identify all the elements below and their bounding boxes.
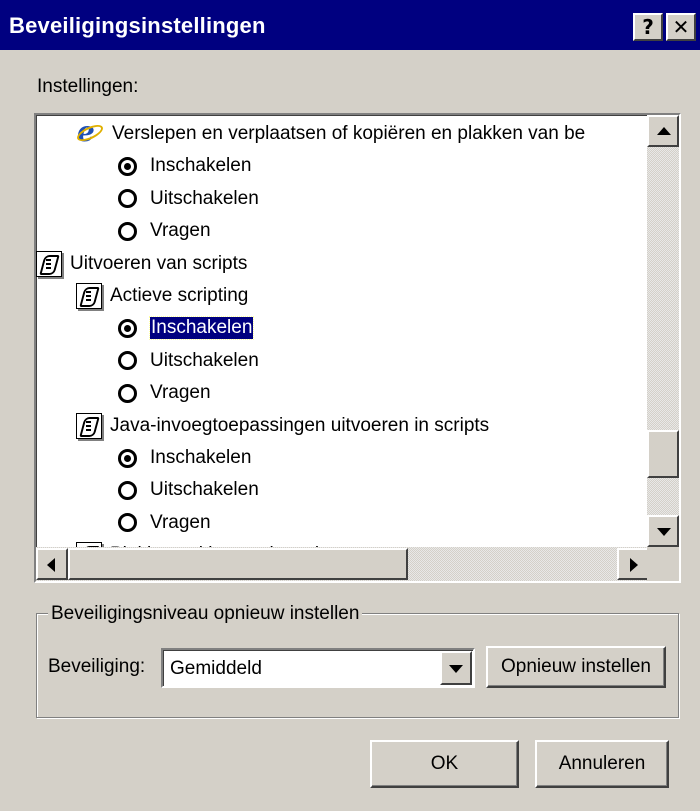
radio-option[interactable]: Inschakelen xyxy=(118,150,251,182)
radio-checked-icon[interactable] xyxy=(118,448,137,468)
radio-option[interactable]: Uitschakelen xyxy=(118,345,259,377)
radio-checked-icon[interactable] xyxy=(118,156,137,176)
cancel-button[interactable]: Annuleren xyxy=(535,740,669,788)
tree-item-label: Uitschakelen xyxy=(150,479,259,501)
radio-checked-icon[interactable] xyxy=(118,318,137,338)
tree-item-label: Actieve scripting xyxy=(110,285,249,306)
arrow-left-icon xyxy=(47,558,55,572)
radio-option[interactable]: Inschakelen xyxy=(118,442,251,474)
tree-setting[interactable]: Java-invoegtoepassingen uitvoeren in scr… xyxy=(76,410,489,442)
security-level-value: Gemiddeld xyxy=(170,658,262,679)
close-button[interactable]: ✕ xyxy=(666,13,696,41)
radio-unchecked-icon[interactable] xyxy=(118,221,137,241)
reset-button[interactable]: Opnieuw instellen xyxy=(486,646,666,688)
settings-tree-content: Verslepen en verplaatsen of kopiëren en … xyxy=(36,115,649,547)
radio-option[interactable]: Uitschakelen xyxy=(118,183,259,215)
tree-item-label: Inschakelen xyxy=(150,447,252,468)
scroll-left-button[interactable] xyxy=(36,548,68,580)
vertical-scroll-thumb[interactable] xyxy=(647,430,679,478)
tree-item-label: Vragen xyxy=(150,382,211,404)
horizontal-scrollbar[interactable] xyxy=(36,547,649,581)
window-title: Beveiligingsinstellingen xyxy=(9,13,266,38)
tree-setting[interactable]: Verslepen en verplaatsen of kopiëren en … xyxy=(76,115,586,150)
scrollbar-corner xyxy=(647,547,679,581)
ie-icon xyxy=(76,115,104,148)
settings-label: Instellingen: xyxy=(37,76,139,97)
radio-unchecked-icon[interactable] xyxy=(118,513,137,533)
reset-group-legend: Beveiligingsniveau opnieuw instellen xyxy=(48,603,363,625)
tree-item-label: Inschakelen xyxy=(148,316,255,341)
tree-item-label: Uitvoeren van scripts xyxy=(70,252,248,274)
tree-item-label: Vragen xyxy=(150,511,211,533)
radio-option[interactable]: Vragen xyxy=(118,215,211,247)
ok-button[interactable]: OK xyxy=(370,740,519,788)
horizontal-scroll-thumb[interactable] xyxy=(68,548,408,580)
settings-tree[interactable]: Verslepen en verplaatsen of kopiëren en … xyxy=(34,113,681,583)
tree-setting[interactable]: Actieve scripting xyxy=(76,280,248,312)
radio-unchecked-icon[interactable] xyxy=(118,351,137,371)
tree-item-label: Vragen xyxy=(150,220,211,242)
arrow-down-icon xyxy=(657,528,671,536)
radio-option[interactable]: Uitschakelen xyxy=(118,474,259,506)
radio-unchecked-icon[interactable] xyxy=(118,189,137,209)
tree-item-label: Java-invoegtoepassingen uitvoeren in scr… xyxy=(110,414,490,436)
tree-setting[interactable]: Plakbewerkingen via script toestaan xyxy=(76,539,413,547)
tree-category[interactable]: Uitvoeren van scripts xyxy=(36,248,247,280)
radio-option[interactable]: Vragen xyxy=(118,377,211,409)
script-icon xyxy=(76,412,102,439)
security-level-label: Beveiliging: xyxy=(48,656,146,677)
radio-option[interactable]: Vragen xyxy=(118,507,211,539)
title-bar[interactable]: Beveiligingsinstellingen ? ✕ xyxy=(0,0,700,54)
radio-unchecked-icon[interactable] xyxy=(118,383,137,403)
tree-item-label: Uitschakelen xyxy=(150,349,259,371)
script-icon xyxy=(76,283,102,309)
scroll-down-button[interactable] xyxy=(647,515,679,547)
dropdown-button[interactable] xyxy=(440,651,472,685)
script-icon xyxy=(36,250,62,277)
scroll-right-button[interactable] xyxy=(617,548,649,580)
radio-option[interactable]: Inschakelen xyxy=(118,312,255,344)
tree-item-label: Verslepen en verplaatsen of kopiëren en … xyxy=(112,123,586,144)
radio-unchecked-icon[interactable] xyxy=(118,480,137,500)
security-level-select[interactable]: Gemiddeld xyxy=(161,648,475,688)
tree-item-label: Inschakelen xyxy=(150,155,252,177)
arrow-right-icon xyxy=(630,558,638,572)
tree-item-label: Uitschakelen xyxy=(150,187,259,209)
arrow-up-icon xyxy=(657,127,671,135)
help-button[interactable]: ? xyxy=(633,13,663,41)
chevron-down-icon xyxy=(449,665,463,673)
vertical-scrollbar[interactable] xyxy=(647,115,679,547)
scroll-up-button[interactable] xyxy=(647,115,679,147)
